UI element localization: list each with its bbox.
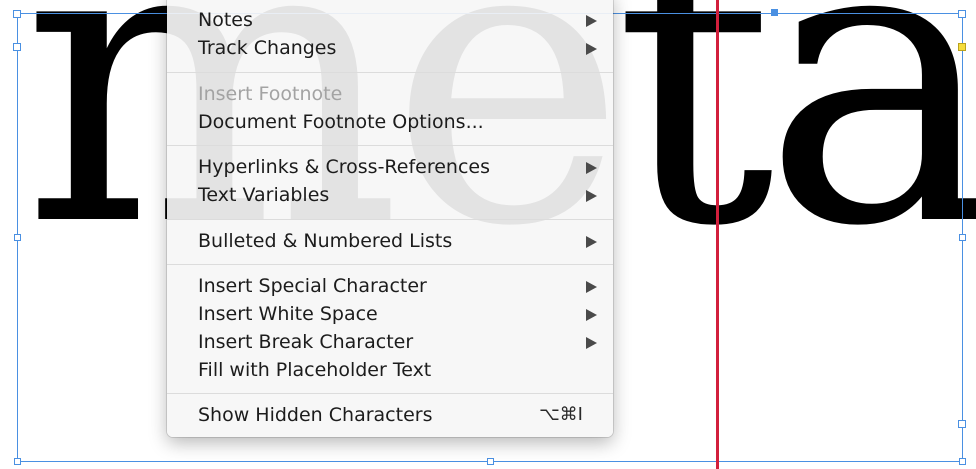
in-port-handle[interactable] — [13, 43, 21, 51]
menu-item-insert-special-character[interactable]: Insert Special Character — [167, 272, 613, 300]
menu-separator — [167, 264, 613, 265]
menu-item-label: Hyperlinks & Cross-References — [198, 156, 491, 178]
frame-handle-bottom-left[interactable] — [14, 458, 21, 465]
frame-handle-middle-right[interactable] — [959, 234, 966, 241]
menu-item-fill-with-placeholder-text[interactable]: Fill with Placeholder Text — [167, 356, 613, 384]
menu-separator — [167, 393, 613, 394]
menu-item-insert-footnote: Insert Footnote — [167, 80, 613, 108]
corner-options-handle[interactable] — [958, 43, 966, 51]
frame-handle-middle-left[interactable] — [14, 234, 21, 241]
keyboard-shortcut: ⌥⌘I — [538, 404, 583, 425]
menu-item-label: Insert Special Character — [198, 275, 427, 297]
frame-handle-bottom-center[interactable] — [487, 458, 494, 465]
submenu-arrow-icon — [586, 236, 597, 248]
frame-handle-bottom-right[interactable] — [959, 458, 966, 465]
submenu-arrow-icon — [586, 281, 597, 293]
menu-separator — [167, 219, 613, 220]
submenu-arrow-icon — [586, 309, 597, 321]
submenu-arrow-icon — [586, 190, 597, 202]
menu-item-text-variables[interactable]: Text Variables — [167, 181, 613, 209]
frame-handle-top-left[interactable] — [13, 10, 21, 18]
menu-item-insert-white-space[interactable]: Insert White Space — [167, 300, 613, 328]
frame-handle-top-right[interactable] — [958, 10, 966, 18]
menu-item-label: Document Footnote Options... — [198, 111, 484, 133]
menu-separator — [167, 72, 613, 73]
menu-item-show-hidden-characters[interactable]: Show Hidden Characters ⌥⌘I — [167, 401, 613, 429]
menu-item-hyperlinks-cross-references[interactable]: Hyperlinks & Cross-References — [167, 153, 613, 181]
submenu-arrow-icon — [586, 337, 597, 349]
menu-item-insert-break-character[interactable]: Insert Break Character — [167, 328, 613, 356]
layout-canvas: metal Notes Track Changes Insert Footnot… — [0, 0, 976, 469]
menu-item-label: Insert White Space — [198, 303, 378, 325]
menu-item-document-footnote-options[interactable]: Document Footnote Options... — [167, 108, 613, 136]
menu-item-bulleted-numbered-lists[interactable]: Bulleted & Numbered Lists — [167, 227, 613, 255]
menu-item-label: Show Hidden Characters — [198, 404, 433, 426]
menu-item-label: Bulleted & Numbered Lists — [198, 230, 453, 252]
menu-item-label: Insert Break Character — [198, 331, 414, 353]
context-menu: Notes Track Changes Insert Footnote Docu… — [167, 0, 613, 437]
menu-item-track-changes[interactable]: Track Changes — [167, 34, 613, 62]
submenu-arrow-icon — [586, 15, 597, 27]
out-port-handle[interactable] — [958, 420, 966, 428]
menu-separator — [167, 145, 613, 146]
submenu-arrow-icon — [586, 162, 597, 174]
menu-item-label: Track Changes — [198, 37, 337, 59]
menu-item-label: Notes — [198, 9, 253, 31]
menu-item-label: Fill with Placeholder Text — [198, 359, 432, 381]
menu-item-label: Text Variables — [198, 184, 330, 206]
menu-item-label: Insert Footnote — [198, 83, 343, 105]
vertical-guide[interactable] — [716, 0, 719, 469]
submenu-arrow-icon — [586, 43, 597, 55]
frame-handle-top-center[interactable] — [771, 9, 778, 16]
menu-item-notes[interactable]: Notes — [167, 6, 613, 34]
